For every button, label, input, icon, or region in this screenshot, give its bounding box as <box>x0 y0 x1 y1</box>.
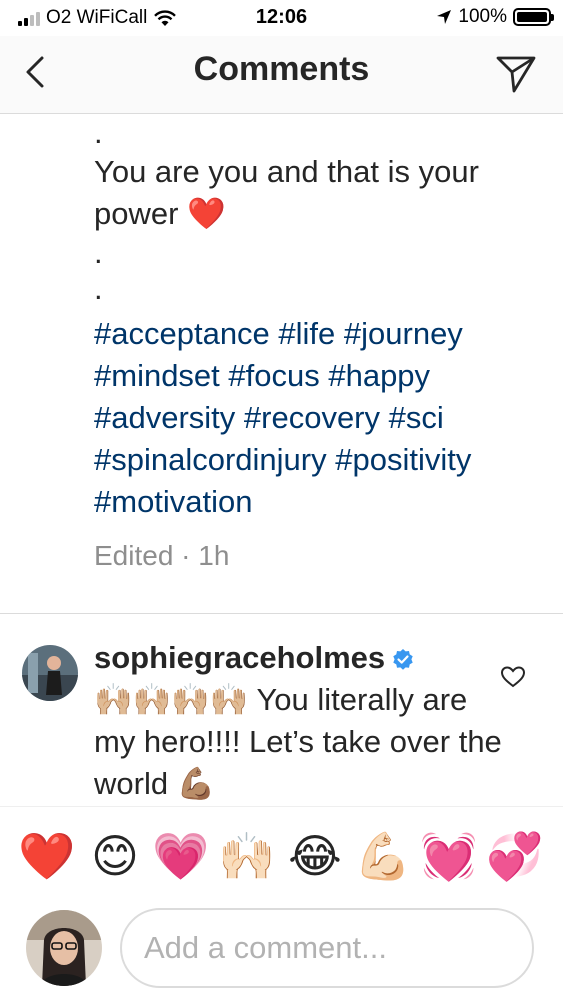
comment-body: sophiegraceholmes 🙌🏼🙌🏼🙌🏼🙌🏼 You literally… <box>94 637 504 805</box>
caption-dot: . <box>94 271 103 306</box>
emoji-button-revolving-hearts[interactable]: 💞 <box>486 827 544 885</box>
post-caption: . You are you and that is your power ❤️ … <box>94 115 544 577</box>
location-arrow-icon <box>437 10 452 24</box>
battery-icon <box>513 8 554 26</box>
nav-bar: Comments <box>0 36 563 114</box>
caption-meta: Edited · 1h <box>94 540 230 571</box>
avatar[interactable] <box>22 645 78 701</box>
paper-plane-icon <box>496 56 536 93</box>
comment-input[interactable] <box>120 908 534 988</box>
status-bar: O2 WiFiCall 12:06 100% <box>0 0 563 36</box>
emoji-button-tears-of-joy[interactable]: 😂 <box>286 827 344 885</box>
caption-text: You are you and that is your power ❤️ <box>94 154 479 231</box>
divider <box>0 613 563 614</box>
emoji-quick-bar: ❤️ 😊 💗 🙌🏻 😂 💪🏻 💓 💞 <box>0 806 563 904</box>
like-button[interactable] <box>500 665 526 689</box>
battery-percent: 100% <box>458 6 507 27</box>
heart-outline-icon <box>500 666 526 688</box>
emoji-button-raised-hands[interactable]: 🙌🏻 <box>218 827 276 885</box>
emoji-button-beating-heart[interactable]: 💓 <box>420 827 478 885</box>
page-title: Comments <box>193 50 370 88</box>
caption-hashtags[interactable]: #acceptance #life #journey #mindset #foc… <box>94 313 544 523</box>
status-right: 100% <box>436 6 554 28</box>
caption-dot: . <box>94 235 103 270</box>
comment-username[interactable]: sophiegraceholmes <box>94 640 385 675</box>
avatar <box>26 910 102 986</box>
emoji-button-smile[interactable]: 😊 <box>86 827 144 885</box>
comments-list[interactable]: . You are you and that is your power ❤️ … <box>0 115 563 805</box>
emoji-button-flexed-biceps[interactable]: 💪🏻 <box>354 827 412 885</box>
comment-text: 🙌🏼🙌🏼🙌🏼🙌🏼 You literally are my hero!!!! L… <box>94 682 502 801</box>
share-button[interactable] <box>495 54 537 94</box>
emoji-button-pink-heart[interactable]: 💗 <box>152 827 210 885</box>
comment-input-bar <box>0 904 563 1000</box>
verified-badge-icon <box>393 648 413 670</box>
caption-dot: . <box>94 115 103 150</box>
emoji-button-heart[interactable]: ❤️ <box>18 827 76 885</box>
